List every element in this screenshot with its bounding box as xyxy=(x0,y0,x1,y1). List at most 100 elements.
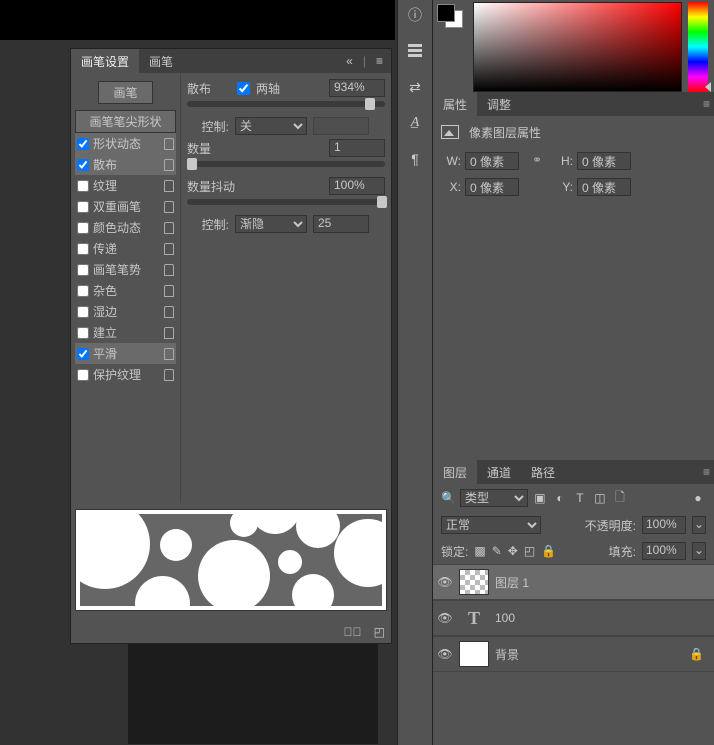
control2-value[interactable]: 25 xyxy=(313,215,369,233)
brush-check[interactable] xyxy=(77,180,89,192)
lock-image-icon[interactable]: ✎ xyxy=(492,544,502,558)
visibility-icon[interactable]: 👁 xyxy=(437,575,453,589)
hue-pointer-icon[interactable] xyxy=(705,82,711,92)
opacity-value[interactable]: 100% xyxy=(642,516,686,534)
layer-thumb[interactable] xyxy=(459,569,489,595)
brush-item-smoothing[interactable]: 平滑 xyxy=(75,343,176,364)
lock-icon xyxy=(164,180,174,192)
w-label: W: xyxy=(443,154,461,168)
w-value[interactable]: 0 像素 xyxy=(465,152,519,170)
control-select-2[interactable]: 渐隐 xyxy=(235,215,307,233)
foreground-swatch[interactable] xyxy=(437,4,455,22)
lock-transparency-icon[interactable]: ▩ xyxy=(474,544,485,558)
count-slider[interactable] xyxy=(187,161,385,167)
brush-item-build-up[interactable]: 建立 xyxy=(75,322,176,343)
brush-check[interactable] xyxy=(77,243,89,255)
tab-layers[interactable]: 图层 xyxy=(433,460,477,485)
brush-check[interactable] xyxy=(77,222,89,234)
filter-type-icon[interactable]: T xyxy=(572,491,588,505)
tab-brush[interactable]: 画笔 xyxy=(139,49,183,74)
layer-name[interactable]: 100 xyxy=(495,611,515,625)
link-wh-icon[interactable]: ⚭ xyxy=(529,152,545,168)
count-value[interactable]: 1 xyxy=(329,139,385,157)
collapse-icon[interactable]: « xyxy=(346,54,353,68)
fill-dropdown-icon[interactable]: ⌄ xyxy=(692,542,706,560)
character-icon[interactable]: A̲ xyxy=(406,114,424,132)
tab-adjustments[interactable]: 调整 xyxy=(477,92,521,117)
paragraph-icon[interactable]: ¶ xyxy=(406,150,424,168)
y-value[interactable]: 0 像素 xyxy=(577,178,631,196)
layer-name[interactable]: 图层 1 xyxy=(495,574,529,591)
brush-item-scattering[interactable]: 散布 xyxy=(75,154,176,175)
brush-item-noise[interactable]: 杂色 xyxy=(75,280,176,301)
brush-check[interactable] xyxy=(77,138,89,150)
blend-mode-select[interactable]: 正常 xyxy=(441,516,541,534)
panel-menu-icon[interactable]: ≡ xyxy=(703,97,710,111)
panel-menu-icon[interactable]: ≡ xyxy=(376,54,383,68)
tab-brush-settings[interactable]: 画笔设置 xyxy=(71,49,139,74)
brush-button[interactable]: 画笔 xyxy=(98,81,152,104)
new-preset-icon[interactable]: ◰ xyxy=(374,625,385,639)
brush-item-color-dynamics[interactable]: 颜色动态 xyxy=(75,217,176,238)
brushes-icon[interactable] xyxy=(406,42,424,60)
brush-check[interactable] xyxy=(77,285,89,297)
scatter-slider[interactable] xyxy=(187,101,385,107)
brush-check[interactable] xyxy=(77,327,89,339)
lock-position-icon[interactable]: ✥ xyxy=(508,544,518,558)
lock-all-icon[interactable]: 🔒 xyxy=(541,544,556,558)
lock-artboard-icon[interactable]: ◰ xyxy=(524,544,535,558)
brush-tip-shape[interactable]: 画笔笔尖形状 xyxy=(75,110,176,133)
control-select-1[interactable]: 关 xyxy=(235,117,307,135)
filter-type-select[interactable]: 类型 xyxy=(460,489,528,507)
filter-image-icon[interactable]: ▣ xyxy=(532,491,548,505)
count-jitter-value[interactable]: 100% xyxy=(329,177,385,195)
lock-label: 锁定: xyxy=(441,543,468,560)
brush-check[interactable] xyxy=(77,306,89,318)
count-jitter-slider[interactable] xyxy=(187,199,385,205)
brush-item-transfer[interactable]: 传递 xyxy=(75,238,176,259)
layer-thumb[interactable]: T xyxy=(459,605,489,631)
brush-check[interactable] xyxy=(77,201,89,213)
panel-menu-icon[interactable]: ≡ xyxy=(703,465,710,479)
visibility-icon[interactable]: 👁 xyxy=(437,611,453,625)
x-value[interactable]: 0 像素 xyxy=(465,178,519,196)
brush-check[interactable] xyxy=(77,264,89,276)
hue-strip[interactable] xyxy=(688,2,708,92)
brush-item-pose[interactable]: 画笔笔势 xyxy=(75,259,176,280)
tab-paths[interactable]: 路径 xyxy=(521,460,565,485)
search-icon[interactable]: 🔍 xyxy=(441,491,456,505)
brush-item-protect-texture[interactable]: 保护纹理 xyxy=(75,364,176,385)
info-icon[interactable]: ⓘ xyxy=(406,6,424,24)
layer-row[interactable]: 👁 背景 🔒 xyxy=(433,636,714,672)
layer-thumb[interactable] xyxy=(459,641,489,667)
toggle-preview-icon[interactable]: 👁⃒ xyxy=(344,625,362,639)
brush-item-wet-edges[interactable]: 湿边 xyxy=(75,301,176,322)
tab-channels[interactable]: 通道 xyxy=(477,460,521,485)
layer-row[interactable]: 👁 图层 1 xyxy=(433,564,714,600)
brush-check[interactable] xyxy=(77,348,89,360)
properties-title: 像素图层属性 xyxy=(469,124,541,141)
filter-adjust-icon[interactable]: ◐ xyxy=(552,491,568,505)
both-axes-check[interactable] xyxy=(237,82,250,95)
opacity-label: 不透明度: xyxy=(585,517,636,534)
brush-check[interactable] xyxy=(77,159,89,171)
opacity-dropdown-icon[interactable]: ⌄ xyxy=(692,516,706,534)
brush-check[interactable] xyxy=(77,369,89,381)
lock-icon[interactable]: 🔒 xyxy=(689,647,704,661)
layer-name[interactable]: 背景 xyxy=(495,646,519,663)
filter-toggle-icon[interactable]: ● xyxy=(690,491,706,505)
brush-item-dual-brush[interactable]: 双重画笔 xyxy=(75,196,176,217)
visibility-icon[interactable]: 👁 xyxy=(437,647,453,661)
tab-properties[interactable]: 属性 xyxy=(433,92,477,117)
layer-row[interactable]: 👁 T 100 xyxy=(433,600,714,636)
fill-value[interactable]: 100% xyxy=(642,542,686,560)
filter-shape-icon[interactable]: ◫ xyxy=(592,491,608,505)
scatter-value[interactable]: 934% xyxy=(329,79,385,97)
color-picker[interactable] xyxy=(433,0,714,92)
adjust-icon[interactable]: ⇄ xyxy=(406,78,424,96)
filter-smart-icon[interactable]: 🗋 xyxy=(612,488,628,509)
brush-item-shape-dynamics[interactable]: 形状动态 xyxy=(75,133,176,154)
h-value[interactable]: 0 像素 xyxy=(577,152,631,170)
saturation-brightness-field[interactable] xyxy=(473,2,682,92)
brush-item-texture[interactable]: 纹理 xyxy=(75,175,176,196)
